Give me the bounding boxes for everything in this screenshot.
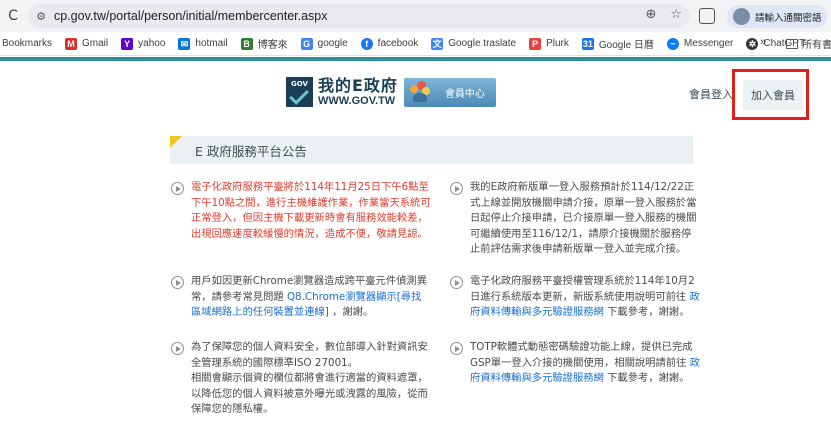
site-info-icon[interactable]: ⚙ [28, 10, 54, 23]
gmail-icon: M [65, 37, 78, 50]
bookmark-books[interactable]: B 博客來 [240, 36, 288, 51]
play-circle-icon [450, 276, 463, 289]
announcement-text: TOTP軟體式動態密碼驗證功能上線，提供已完成GSP單一登入介接的機關使用，相關… [470, 341, 700, 384]
facebook-icon: f [360, 37, 373, 50]
bookmark-hotmail[interactable]: ✉ hotmail [178, 37, 228, 50]
corner-accent [170, 136, 182, 148]
header-accent-line [0, 57, 831, 61]
bookmark-facebook[interactable]: f facebook [360, 37, 418, 50]
bookmarks-more-icon[interactable]: » [760, 36, 766, 48]
plurk-icon: P [529, 37, 542, 50]
translate-icon: 文 [431, 37, 444, 50]
yahoo-icon: Y [121, 37, 134, 50]
browser-toolbar: C ⚙ cp.gov.tw/portal/person/initial/memb… [0, 0, 831, 32]
profile-label: 請輸入通關密語 [755, 12, 822, 24]
announcement-text: 為了保障您的個人資料安全，數位部導入針對資訊安全管理系統的國際標準ISO 270… [191, 341, 428, 415]
hotmail-icon: ✉ [178, 37, 191, 50]
announcement-item: 電子化政府服務平臺將於114年11月25日下午6點至下午10點之間，進行主機維護… [171, 180, 431, 242]
address-bar[interactable]: ⚙ cp.gov.tw/portal/person/initial/member… [28, 4, 690, 28]
people-icon [409, 80, 430, 103]
calendar-icon: 31 [581, 37, 594, 50]
announcement-text: 用戶如因更新Chrome瀏覽器造成跨平臺元件偵測異常，請參考常見問題 Q8.Ch… [191, 275, 428, 318]
messenger-icon: ~ [666, 37, 679, 50]
bookmark-gmail[interactable]: M Gmail [65, 37, 108, 50]
member-center-banner: 會員中心 [403, 77, 496, 107]
gov-logo-icon: GOV [286, 77, 313, 107]
announcement-item: 用戶如因更新Chrome瀏覽器造成跨平臺元件偵測異常，請參考常見問題 Q8.Ch… [171, 274, 431, 321]
avatar [733, 8, 750, 25]
url-text[interactable]: cp.gov.tw/portal/person/initial/memberce… [54, 9, 328, 23]
reload-icon[interactable]: C [2, 8, 24, 24]
bookmark-star-icon[interactable]: ☆ [670, 7, 682, 22]
announcement-text: 電子化政府服務平臺授權管理系統於114年10月2日進行系統版本更新，新版系統使用… [470, 275, 700, 318]
bookmark-bookmarks[interactable]: Bookmarks [2, 38, 52, 49]
bookmark-messenger[interactable]: ~ Messenger [666, 37, 733, 50]
play-circle-icon [171, 342, 184, 355]
chatgpt-icon: ✲ [746, 37, 759, 50]
announcements-title: E 政府服務平台公告 [170, 136, 693, 164]
member-center-label: 會員中心 [444, 88, 485, 100]
bookmark-google[interactable]: Ggoogle [300, 37, 348, 50]
profile-button[interactable]: 請輸入通關密語 [727, 5, 827, 28]
play-circle-icon [450, 182, 463, 195]
site-logo[interactable]: GOV 我的E政府 WWW.GOV.TW 會員中心 [286, 77, 496, 107]
announcement-item: 我的E政府新版單一登入服務預計於114/12/22正式上線並開放機關申請介接，原… [450, 180, 700, 258]
play-circle-icon [171, 182, 184, 195]
play-circle-icon [171, 276, 184, 289]
extensions-icon[interactable] [699, 8, 715, 24]
zoom-icon[interactable]: ⊕ [645, 7, 656, 22]
folder-icon [786, 38, 798, 49]
member-login-link[interactable]: 會員登入 [689, 86, 733, 102]
bookmark-calendar[interactable]: 31 Google 日曆 [581, 36, 654, 51]
books-icon: B [240, 37, 253, 50]
bookmark-translate[interactable]: 文 Google traslate [431, 37, 516, 50]
bookmarks-bar: Bookmarks M Gmail Yyahoo ✉ hotmail B 博客來 Gg… [0, 32, 831, 56]
logo-url: WWW.GOV.TW [318, 94, 396, 107]
all-bookmarks-folder[interactable]: 所有書 [786, 36, 831, 51]
announcement-text: 我的E政府新版單一登入服務預計於114/12/22正式上線並開放機關申請介接，原… [470, 181, 697, 255]
bookmark-yahoo[interactable]: Yyahoo [121, 37, 165, 50]
google-icon: G [300, 37, 313, 50]
announcement-item: 為了保障您的個人資料安全，數位部導入針對資訊安全管理系統的國際標準ISO 270… [171, 340, 431, 418]
announcement-text: 電子化政府服務平臺將於114年11月25日下午6點至下午10點之間，進行主機維護… [191, 181, 431, 240]
announcement-item: TOTP軟體式動態密碼驗證功能上線，提供已完成GSP單一登入介接的機關使用，相關… [450, 340, 700, 387]
highlight-annotation [732, 69, 809, 120]
bookmark-plurk[interactable]: P Plurk [529, 37, 569, 50]
play-circle-icon [450, 342, 463, 355]
logo-title: 我的E政府 [318, 75, 398, 95]
announcement-item: 電子化政府服務平臺授權管理系統於114年10月2日進行系統版本更新，新版系統使用… [450, 274, 700, 321]
